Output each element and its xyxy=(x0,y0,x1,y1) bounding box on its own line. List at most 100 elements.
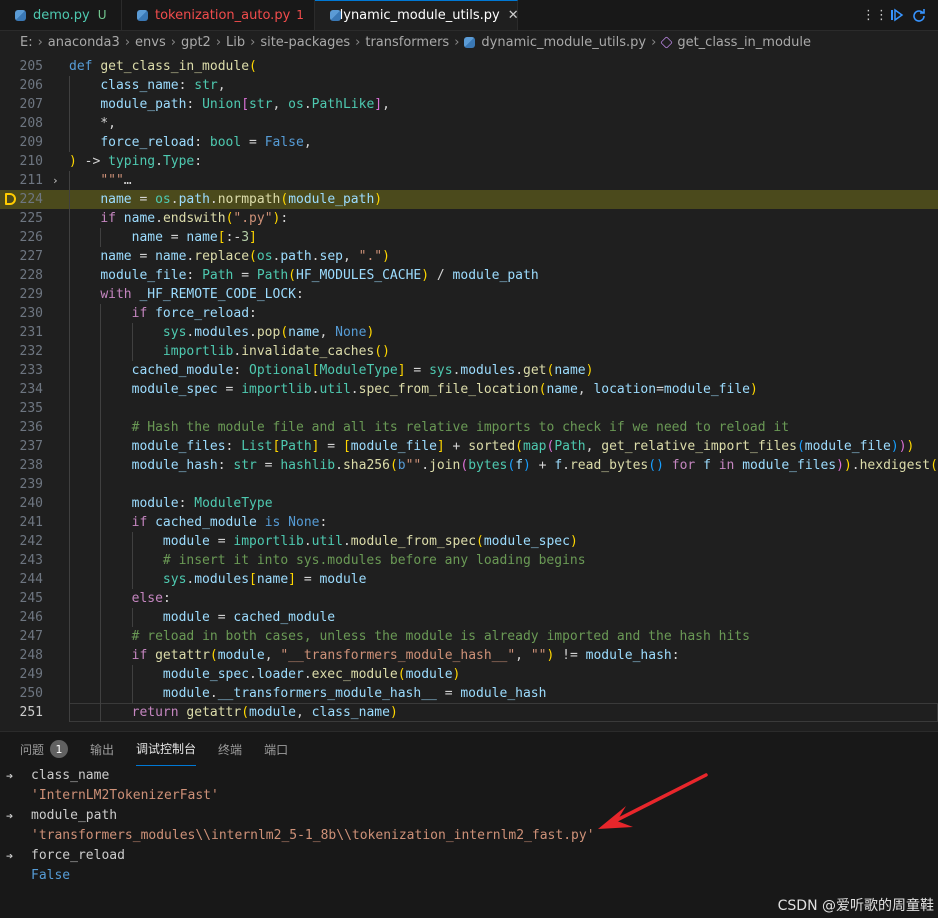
code-line[interactable]: 232 importlib.invalidate_caches() xyxy=(0,342,938,361)
code-line[interactable]: 243 # insert it into sys.modules before … xyxy=(0,551,938,570)
code-text: # reload in both cases, unless the modul… xyxy=(131,629,750,644)
breadcrumb-item[interactable]: E: xyxy=(20,35,33,50)
code-text: if force_reload: xyxy=(131,306,257,321)
code-line[interactable]: 231 sys.modules.pop(name, None) xyxy=(0,323,938,342)
code-line[interactable]: 240 module: ModuleType xyxy=(0,494,938,513)
line-number: 247 xyxy=(19,629,43,644)
code-line[interactable]: 224 name = os.path.normpath(module_path) xyxy=(0,190,938,209)
line-number: 205 xyxy=(19,59,43,74)
breadcrumb: E: › anaconda3 › envs › gpt2 › Lib › site-pac… xyxy=(0,31,938,53)
code-text: sys.modules.pop(name, None) xyxy=(162,325,375,340)
code-line[interactable]: 245 else: xyxy=(0,589,938,608)
line-number: 245 xyxy=(19,591,43,606)
code-text: ) -> typing.Type: xyxy=(69,154,203,169)
breadcrumb-item[interactable]: transformers xyxy=(365,35,449,50)
breadcrumb-item[interactable]: site-packages xyxy=(260,35,350,50)
code-line[interactable]: 209 force_reload: bool = False, xyxy=(0,133,938,152)
line-number: 232 xyxy=(19,344,43,359)
code-text: class_name: str, xyxy=(100,78,226,93)
code-line[interactable]: 238 module_hash: str = hashlib.sha256(b"… xyxy=(0,456,938,475)
code-text: sys.modules[name] = module xyxy=(162,572,367,587)
code-line[interactable]: 225 if name.endswith(".py"): xyxy=(0,209,938,228)
code-line[interactable]: 241 if cached_module is None: xyxy=(0,513,938,532)
line-number: 210 xyxy=(19,154,43,169)
line-number: 239 xyxy=(19,477,43,492)
code-editor[interactable]: 205 def get_class_in_module(206 class_nam… xyxy=(0,57,938,724)
tab-dynamic-module-utils[interactable]: dynamic_module_utils.py ✕ xyxy=(315,0,519,30)
code-line[interactable]: 237 module_files: List[Path] = [module_f… xyxy=(0,437,938,456)
chevron-right-icon: › xyxy=(651,34,657,50)
code-line[interactable]: 244 sys.modules[name] = module xyxy=(0,570,938,589)
line-number: 246 xyxy=(19,610,43,625)
breadcrumb-item[interactable]: Lib xyxy=(226,35,245,50)
line-number: 241 xyxy=(19,515,43,530)
code-text: module = cached_module xyxy=(162,610,336,625)
code-line[interactable]: 235 xyxy=(0,399,938,418)
breadcrumb-item[interactable]: anaconda3 xyxy=(48,35,120,50)
line-number: 229 xyxy=(19,287,43,302)
close-icon[interactable]: ✕ xyxy=(508,8,519,23)
code-line[interactable]: 207 module_path: Union[str, os.PathLike]… xyxy=(0,95,938,114)
code-line[interactable]: 228 module_file: Path = Path(HF_MODULES_… xyxy=(0,266,938,285)
code-line[interactable]: 227 name = name.replace(os.path.sep, "."… xyxy=(0,247,938,266)
code-text: force_reload: bool = False, xyxy=(100,135,312,150)
code-text: # insert it into sys.modules before any … xyxy=(162,553,586,568)
run-debug-icon[interactable] xyxy=(886,4,908,26)
code-line[interactable]: 230 if force_reload: xyxy=(0,304,938,323)
code-line[interactable]: 239 xyxy=(0,475,938,494)
restart-icon[interactable] xyxy=(908,4,930,26)
chevron-right-icon[interactable]: › xyxy=(52,171,59,190)
code-line[interactable]: 249 module_spec.loader.exec_module(modul… xyxy=(0,665,938,684)
code-text: importlib.invalidate_caches() xyxy=(162,344,390,359)
code-line[interactable]: 206 class_name: str, xyxy=(0,76,938,95)
tab-demo-py[interactable]: demo.py U xyxy=(0,0,122,30)
code-line[interactable]: 242 module = importlib.util.module_from_… xyxy=(0,532,938,551)
code-line[interactable]: 248 if getattr(module, "__transformers_m… xyxy=(0,646,938,665)
code-line[interactable]: 208 *, xyxy=(0,114,938,133)
editor-actions: ⋮⋮ xyxy=(862,0,938,30)
code-line[interactable]: 233 cached_module: Optional[ModuleType] … xyxy=(0,361,938,380)
chevron-right-icon: › xyxy=(215,34,222,50)
tab-terminal[interactable]: 终端 xyxy=(218,732,242,766)
line-number: 208 xyxy=(19,116,43,131)
code-text: module_files: List[Path] = [module_file]… xyxy=(131,439,915,454)
line-number: 242 xyxy=(19,534,43,549)
line-number: 228 xyxy=(19,268,43,283)
code-line[interactable]: 229 with _HF_REMOTE_CODE_LOCK: xyxy=(0,285,938,304)
console-text: 'transformers_modules\\internlm2_5-1_8b\… xyxy=(31,828,595,843)
code-line[interactable]: 211 › """… xyxy=(0,171,938,190)
code-text: module_spec = importlib.util.spec_from_f… xyxy=(131,382,758,397)
tab-debug-console[interactable]: 调试控制台 xyxy=(136,732,197,766)
python-file-icon xyxy=(136,9,149,22)
indent-guide xyxy=(100,399,102,418)
breadcrumb-item[interactable]: envs xyxy=(135,35,166,50)
code-text: name = name.replace(os.path.sep, ".") xyxy=(100,249,390,264)
tab-tokenization-auto[interactable]: tokenization_auto.py 1 xyxy=(122,0,315,30)
tab-ports[interactable]: 端口 xyxy=(264,732,288,766)
drag-handle-icon[interactable]: ⋮⋮ xyxy=(862,4,888,26)
console-text: class_name xyxy=(31,768,110,783)
code-line[interactable]: 251 return getattr(module, class_name) xyxy=(0,703,938,722)
breadcrumb-item[interactable]: dynamic_module_utils.py xyxy=(481,35,646,50)
panel-tabs: 问题 1 输出 调试控制台 终端 端口 xyxy=(0,732,310,766)
code-line[interactable]: 210 ) -> typing.Type: xyxy=(0,152,938,171)
indent-guide xyxy=(69,475,70,494)
tab-output[interactable]: 输出 xyxy=(90,732,114,766)
code-line[interactable]: 236 # Hash the module file and all its r… xyxy=(0,418,938,437)
code-text: if getattr(module, "__transformers_modul… xyxy=(131,648,680,663)
code-line[interactable]: 250 module.__transformers_module_hash__ … xyxy=(0,684,938,703)
code-line[interactable]: 234 module_spec = importlib.util.spec_fr… xyxy=(0,380,938,399)
code-line[interactable]: 247 # reload in both cases, unless the m… xyxy=(0,627,938,646)
code-text: module = importlib.util.module_from_spec… xyxy=(162,534,578,549)
line-number: 231 xyxy=(19,325,43,340)
console-text: force_reload xyxy=(31,848,125,863)
tab-problems[interactable]: 问题 1 xyxy=(20,732,69,766)
code-line[interactable]: 246 module = cached_module xyxy=(0,608,938,627)
indent-guide xyxy=(100,475,102,494)
breadcrumb-item[interactable]: get_class_in_module xyxy=(677,35,811,50)
breadcrumb-item[interactable]: gpt2 xyxy=(181,35,211,50)
code-line[interactable]: 226 name = name[:-3] xyxy=(0,228,938,247)
line-number: 230 xyxy=(19,306,43,321)
code-line[interactable]: 205 def get_class_in_module( xyxy=(0,57,938,76)
chevron-right-icon: › xyxy=(170,34,176,50)
